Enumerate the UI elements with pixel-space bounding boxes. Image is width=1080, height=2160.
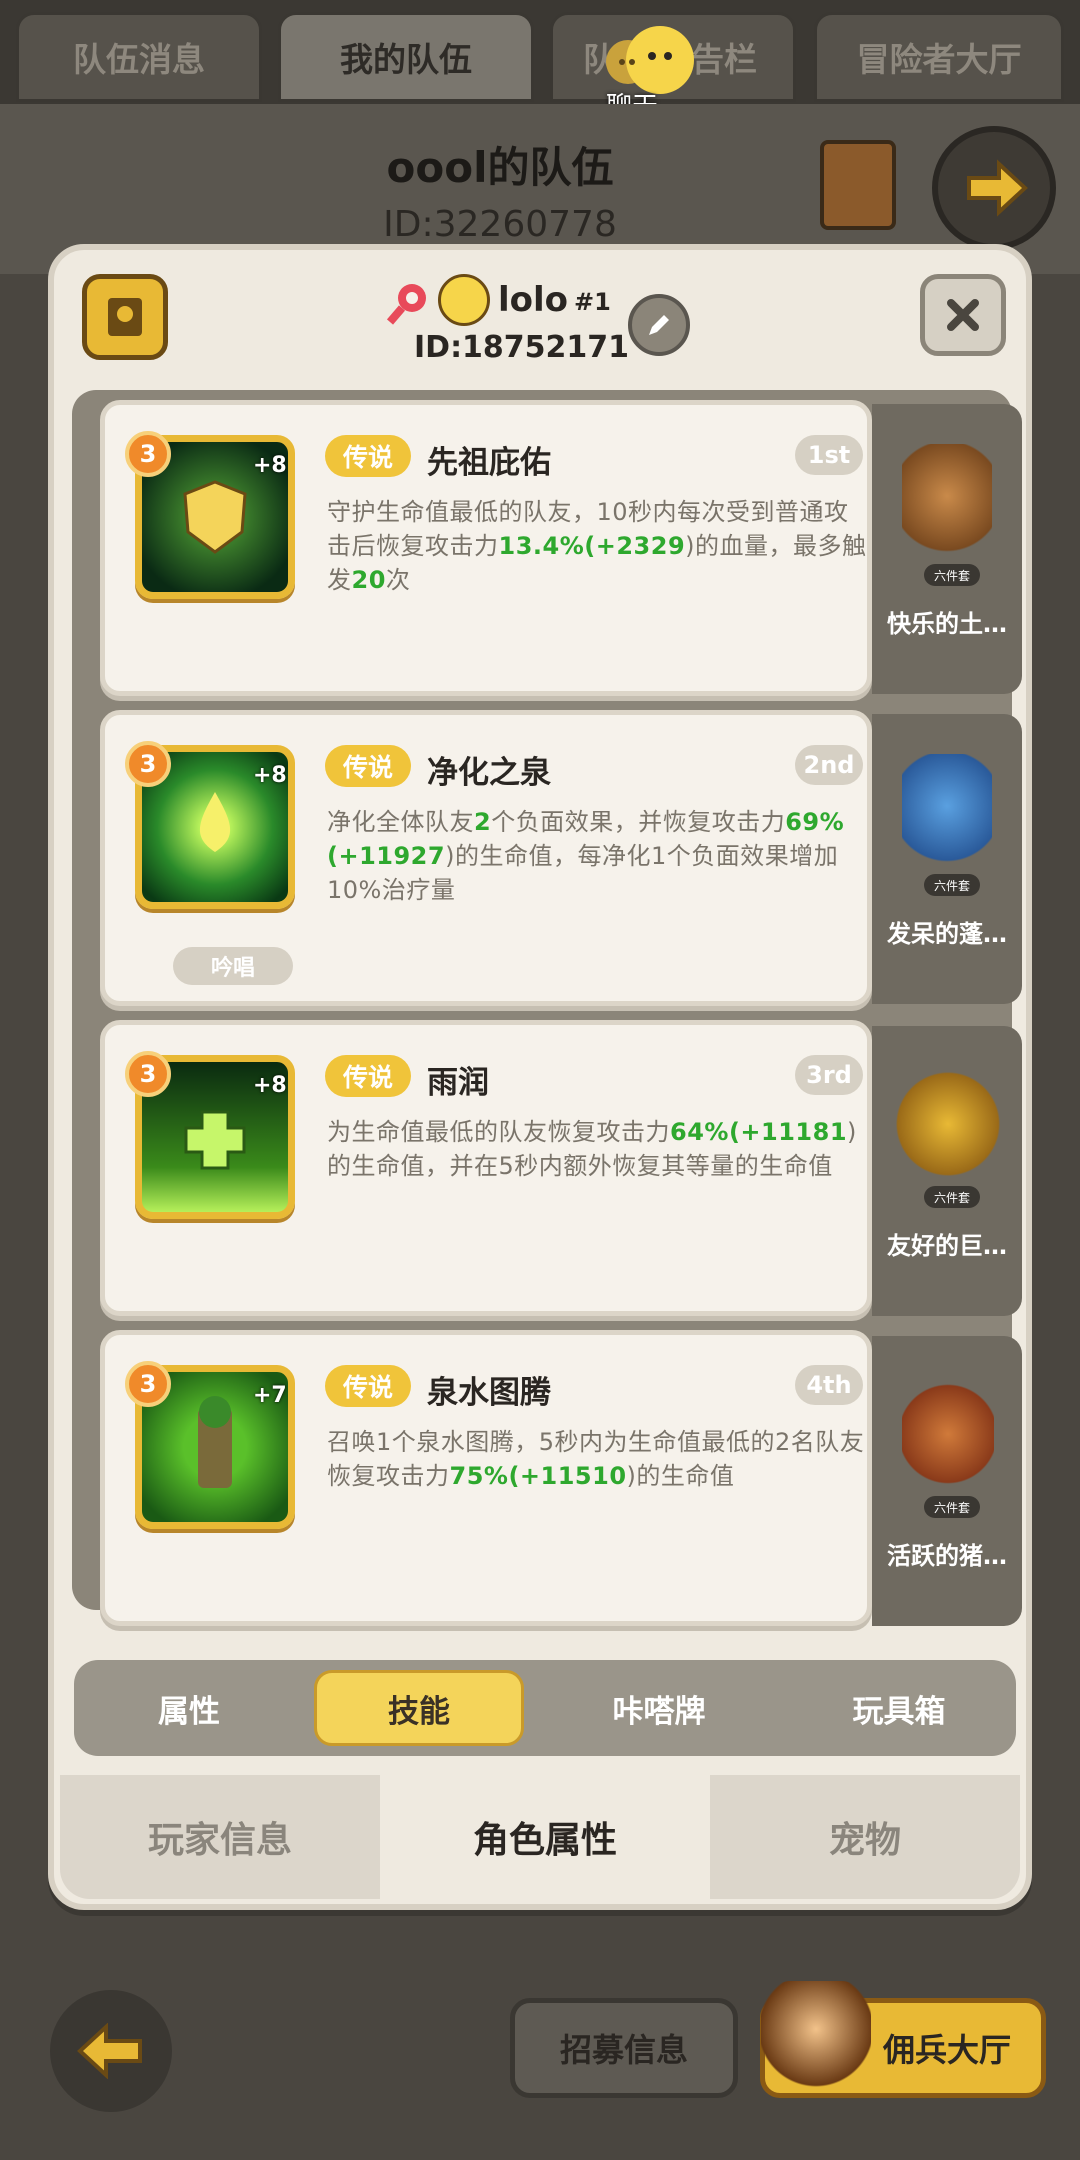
skill-level-badge: 3 [125, 1051, 171, 1097]
tab-label-right: 告栏 [691, 40, 757, 79]
top-tab-bar: 队伍消息 我的队伍 队 告栏 冒险者大厅 [0, 0, 1080, 104]
chant-tag: 吟唱 [173, 947, 293, 985]
segment-skills[interactable]: 技能 [314, 1670, 524, 1746]
skill-card-4[interactable]: 3 +7 传说 泉水图腾 4th 召唤1个泉水图腾，5秒内为生命值最低的2名队友… [100, 1330, 872, 1626]
set-slot-1[interactable]: 六件套 快乐的土… [872, 404, 1022, 694]
skill-name: 净化之泉 [427, 755, 551, 791]
skill-level-badge: 3 [125, 741, 171, 787]
tab-team-messages[interactable]: 队伍消息 [16, 12, 262, 102]
skill-description: 为生命值最低的队友恢复攻击力64%(+11181)的生命值，并在5秒内额外恢复其… [327, 1118, 857, 1180]
skill-plus: +8 [253, 1073, 287, 1098]
skill-rank: 4th [795, 1365, 863, 1405]
player-name: lolo [498, 280, 569, 320]
tab-my-team[interactable]: 我的队伍 [278, 12, 534, 102]
edit-note-button[interactable] [82, 274, 168, 360]
mercenary-hall-button[interactable]: 佣兵大厅 [760, 1981, 1046, 2101]
skill-rank: 1st [795, 435, 863, 475]
scroll-icon[interactable] [820, 140, 896, 230]
back-arrow-icon [77, 2023, 142, 2079]
set-name: 快乐的土… [887, 610, 1007, 638]
bottom-tab-bar: 玩家信息 角色属性 宠物 [54, 1775, 1026, 1905]
set-slot-4[interactable]: 六件套 活跃的猪… [872, 1336, 1022, 1626]
skill-name: 泉水图腾 [427, 1375, 551, 1411]
player-id: ID:18752171 [414, 330, 630, 365]
back-button[interactable] [50, 1990, 172, 2112]
skill-level-badge: 3 [125, 431, 171, 477]
skill-card-2[interactable]: 3 +8 传说 净化之泉 2nd 净化全体队友2个负面效果，并恢复攻击力69%(… [100, 710, 872, 1006]
skill-plus: +8 [253, 763, 287, 788]
skill-name: 先祖庇佑 [427, 445, 551, 481]
pet-figure-icon [902, 444, 992, 574]
tab-label: 队伍消息 [73, 40, 205, 79]
notebook-icon [108, 298, 142, 336]
recruit-info-button[interactable]: 招募信息 [510, 1998, 738, 2098]
rarity-badge: 传说 [325, 435, 411, 477]
detail-segment-control: 属性 技能 咔嗒牌 玩具箱 [74, 1660, 1016, 1756]
set-name: 活跃的猪… [887, 1542, 1007, 1570]
pet-figure-icon [902, 1380, 994, 1500]
rename-button[interactable] [628, 294, 690, 356]
skill-level-badge: 3 [125, 1361, 171, 1407]
set-slot-2[interactable]: 六件套 发呆的蓬… [872, 714, 1022, 1004]
rarity-badge: 传说 [325, 745, 411, 787]
close-button[interactable] [920, 274, 1006, 356]
rarity-badge: 传说 [325, 1055, 411, 1097]
avatar [438, 274, 490, 326]
set-name: 友好的巨… [887, 1232, 1007, 1260]
skill-card-3[interactable]: 3 +8 传说 雨润 3rd 为生命值最低的队友恢复攻击力64%(+11181)… [100, 1020, 872, 1316]
exit-team-button[interactable] [932, 126, 1056, 250]
gender-icon [386, 284, 426, 325]
tab-character-attributes[interactable]: 角色属性 [386, 1775, 704, 1899]
pet-figure-icon [902, 754, 992, 884]
skill-card-1[interactable]: 3 +8 传说 先祖庇佑 1st 守护生命值最低的队友，10秒内每次受到普通攻击… [100, 400, 872, 696]
tab-adventurer-hall[interactable]: 冒险者大厅 [814, 12, 1064, 102]
set-badge: 六件套 [924, 1186, 980, 1208]
close-icon [947, 299, 979, 331]
set-name: 发呆的蓬… [887, 920, 1007, 948]
set-badge: 六件套 [924, 564, 980, 586]
skill-rank: 3rd [795, 1055, 863, 1095]
tab-pets[interactable]: 宠物 [710, 1775, 1020, 1899]
pet-figure-icon [896, 1070, 1000, 1190]
skill-name: 雨润 [427, 1065, 489, 1101]
segment-cards[interactable]: 咔嗒牌 [554, 1670, 764, 1746]
tab-player-info[interactable]: 玩家信息 [60, 1775, 380, 1899]
pencil-icon [649, 315, 669, 335]
character-icon [761, 1981, 871, 2101]
segment-attributes[interactable]: 属性 [84, 1670, 294, 1746]
set-badge: 六件套 [924, 874, 980, 896]
tab-label: 冒险者大厅 [856, 40, 1022, 79]
set-slot-3[interactable]: 六件套 友好的巨… [872, 1026, 1022, 1316]
skill-description: 净化全体队友2个负面效果，并恢复攻击力69%(+11927)的生命值，每净化1个… [327, 808, 845, 904]
skill-plus: +7 [253, 1383, 287, 1408]
segment-toy-box[interactable]: 玩具箱 [794, 1670, 1004, 1746]
skill-rank: 2nd [795, 745, 863, 785]
skill-plus: +8 [253, 453, 287, 478]
skill-description: 守护生命值最低的队友，10秒内每次受到普通攻击后恢复攻击力13.4%(+2329… [327, 498, 867, 594]
exit-icon [967, 159, 1028, 217]
mercenary-hall-label: 佣兵大厅 [882, 2031, 1011, 2069]
tab-label: 我的队伍 [340, 40, 472, 79]
player-rank-tag: #1 [574, 288, 611, 316]
skill-description: 召唤1个泉水图腾，5秒内为生命值最低的2名队友恢复攻击力75%(+11510)的… [327, 1428, 865, 1490]
skills-panel: 六件套 快乐的土… 3 +8 传说 先祖庇佑 1st 守护生命值最低的队友，10… [72, 390, 1022, 1626]
player-detail-modal: lolo #1 ID:18752171 六件套 快乐的土… 3 +8 传说 先祖… [48, 244, 1032, 1910]
set-badge: 六件套 [924, 1496, 980, 1518]
rarity-badge: 传说 [325, 1365, 411, 1407]
